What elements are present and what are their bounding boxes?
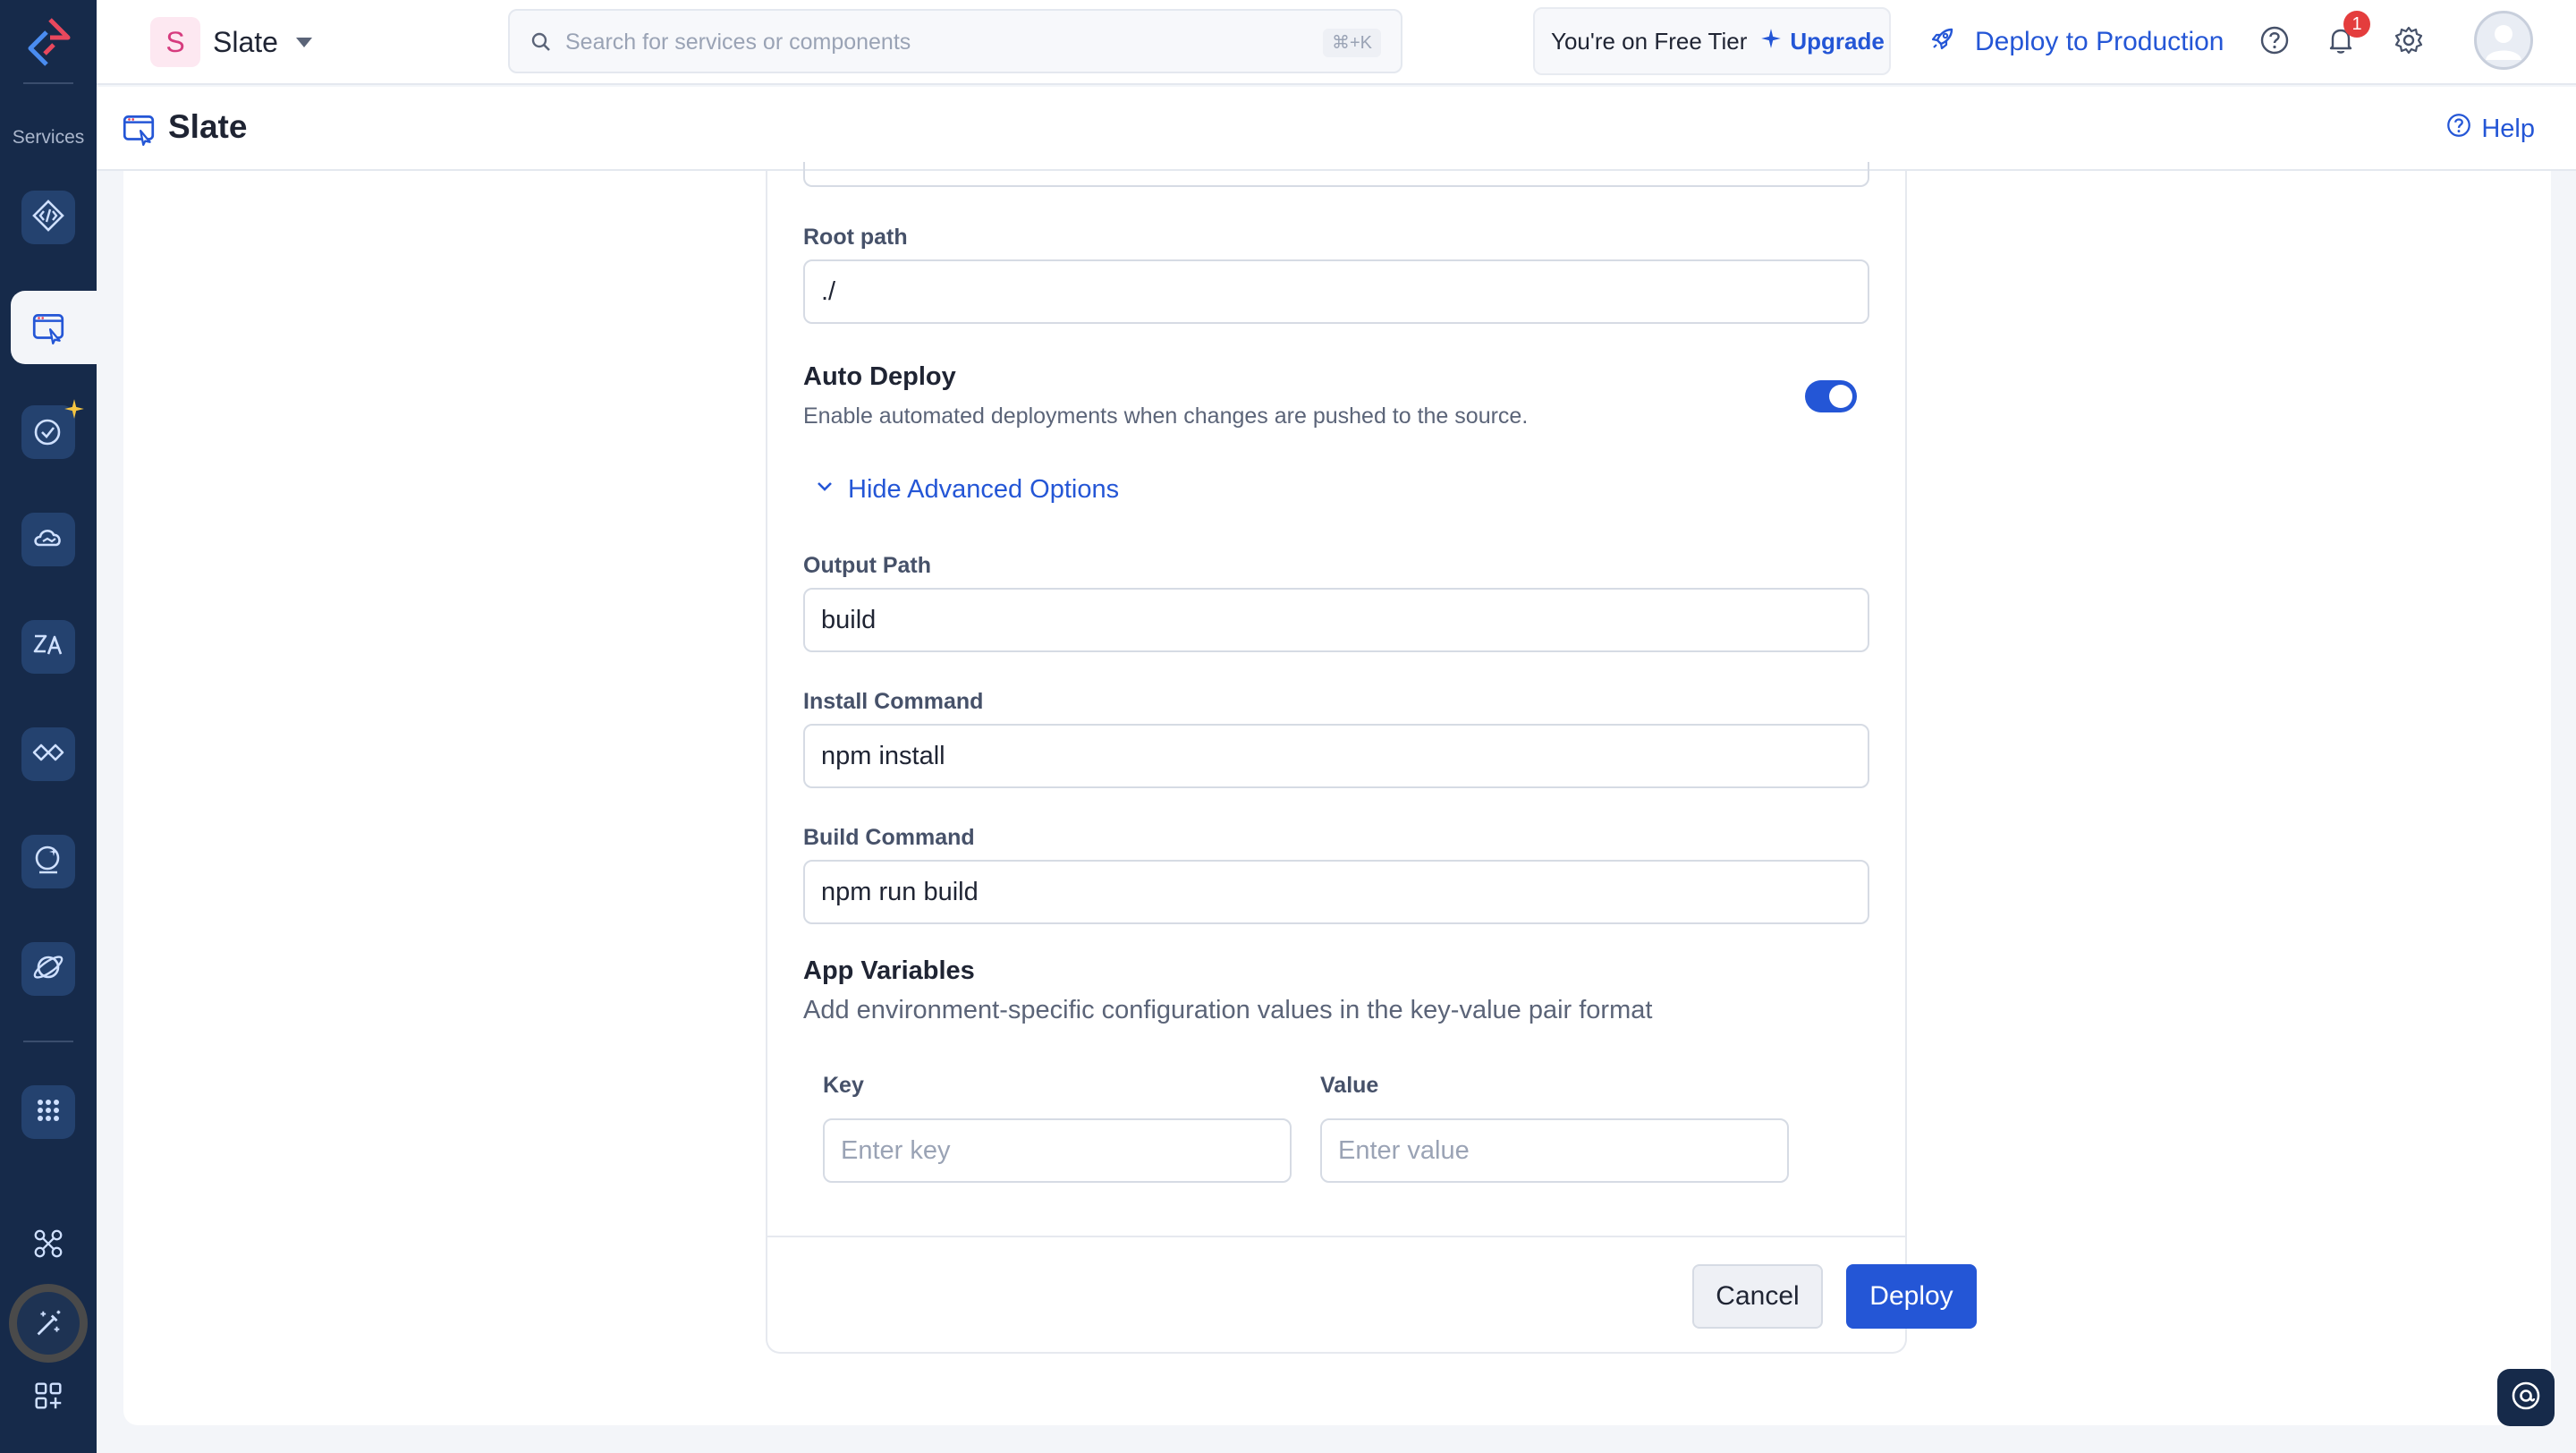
tier-text: You're on Free Tier [1551, 27, 1748, 55]
slate-icon [23, 302, 73, 353]
help-link[interactable]: Help [2445, 112, 2535, 146]
planet-icon [30, 949, 66, 990]
value-label: Value [1320, 1073, 1379, 1098]
help-label: Help [2481, 114, 2535, 143]
workflow-icon [31, 1227, 65, 1265]
rail-item-add-widget[interactable] [21, 1371, 75, 1424]
settings-button[interactable] [2388, 21, 2429, 63]
project-name: Slate [213, 25, 278, 58]
key-label: Key [823, 1073, 864, 1098]
gear-icon [2393, 24, 2425, 61]
rail-divider [23, 82, 73, 84]
sparkle-icon [63, 397, 86, 425]
project-switcher[interactable]: S Slate [150, 16, 312, 68]
add-widget-icon [31, 1379, 65, 1417]
rail-item-magic[interactable] [9, 1284, 88, 1363]
top-bar: S Slate ⌘+K You're on Free Tier Upgrade … [97, 0, 2576, 85]
notifications-button[interactable]: 1 [2320, 11, 2370, 63]
search-icon [530, 30, 555, 55]
toggle-knob [1829, 385, 1852, 408]
auto-deploy-toggle[interactable] [1805, 380, 1857, 412]
footer-divider [767, 1236, 1905, 1237]
catalyst-logo-icon[interactable] [23, 16, 73, 70]
rail-item-code[interactable] [21, 191, 75, 244]
page-title: Slate [168, 108, 248, 145]
build-command-input[interactable] [803, 860, 1869, 924]
user-avatar[interactable] [2474, 11, 2533, 70]
search-shortcut: ⌘+K [1322, 29, 1381, 57]
sparkle-icon [1759, 27, 1783, 56]
slate-icon [120, 110, 157, 148]
auto-deploy-description: Enable automated deployments when change… [803, 404, 1529, 429]
apps-grid-icon [30, 1092, 66, 1133]
output-path-label: Output Path [803, 553, 932, 578]
install-command-label: Install Command [803, 689, 984, 714]
rail-item-workflow[interactable] [21, 1219, 75, 1272]
deploy-to-production-label: Deploy to Production [1975, 27, 2224, 56]
rail-item-api[interactable] [21, 727, 75, 781]
tier-banner: You're on Free Tier Upgrade [1533, 7, 1891, 75]
project-avatar: S [150, 17, 200, 67]
search-input[interactable] [565, 20, 1281, 64]
services-rail: Services [0, 0, 97, 1453]
page-header: Slate Help [97, 87, 2576, 171]
ai-agent-icon [30, 412, 66, 453]
support-chat-button[interactable] [2497, 1369, 2555, 1426]
magic-wand-icon [17, 1292, 80, 1355]
auto-deploy-title: Auto Deploy [803, 362, 956, 391]
rocket-icon [1928, 24, 1957, 60]
services-label: Services [12, 127, 85, 148]
upgrade-label: Upgrade [1790, 27, 1885, 55]
app-variables-title: App Variables [803, 956, 975, 985]
help-circle-button[interactable] [2254, 21, 2295, 63]
build-command-label: Build Command [803, 825, 975, 850]
app-variables-description: Add environment-specific configuration v… [803, 996, 1653, 1024]
cloud-icon [30, 520, 66, 560]
api-icon [30, 735, 66, 775]
rail-item-apps[interactable] [21, 1085, 75, 1139]
code-brackets-icon [30, 198, 66, 238]
output-path-input[interactable] [803, 588, 1869, 652]
caret-down-icon [295, 37, 312, 47]
upgrade-link[interactable]: Upgrade [1759, 27, 1885, 56]
previous-field-input[interactable] [803, 162, 1869, 187]
rail-item-cloud[interactable] [21, 513, 75, 566]
rail-item-slate[interactable] [11, 291, 97, 364]
search-spark-icon [30, 842, 66, 882]
root-path-label: Root path [803, 225, 908, 250]
rail-divider [23, 1041, 73, 1042]
deploy-to-production-button[interactable]: Deploy to Production [1928, 20, 2224, 64]
rail-item-planet[interactable] [21, 942, 75, 996]
variable-value-input[interactable] [1320, 1118, 1789, 1183]
install-command-input[interactable] [803, 724, 1869, 788]
root-path-input[interactable] [803, 259, 1869, 324]
deploy-form-card: Root path Auto Deploy Enable automated d… [766, 162, 1977, 1354]
notification-badge: 1 [2343, 11, 2370, 38]
question-circle-icon [2258, 24, 2291, 61]
deploy-button[interactable]: Deploy [1846, 1264, 1977, 1329]
cancel-button[interactable]: Cancel [1692, 1264, 1823, 1329]
rail-item-translate[interactable] [21, 620, 75, 674]
rail-item-search-spark[interactable] [21, 835, 75, 888]
chevron-down-icon [814, 475, 835, 505]
main-content: Root path Auto Deploy Enable automated d… [123, 162, 2551, 1425]
question-circle-icon [2445, 112, 2472, 146]
translate-icon [30, 627, 66, 667]
hide-advanced-options-link[interactable]: Hide Advanced Options [814, 475, 1119, 505]
variable-key-input[interactable] [823, 1118, 1292, 1183]
chat-icon [2508, 1378, 2544, 1418]
global-search[interactable]: ⌘+K [508, 9, 1402, 73]
hide-advanced-options-label: Hide Advanced Options [848, 475, 1120, 504]
